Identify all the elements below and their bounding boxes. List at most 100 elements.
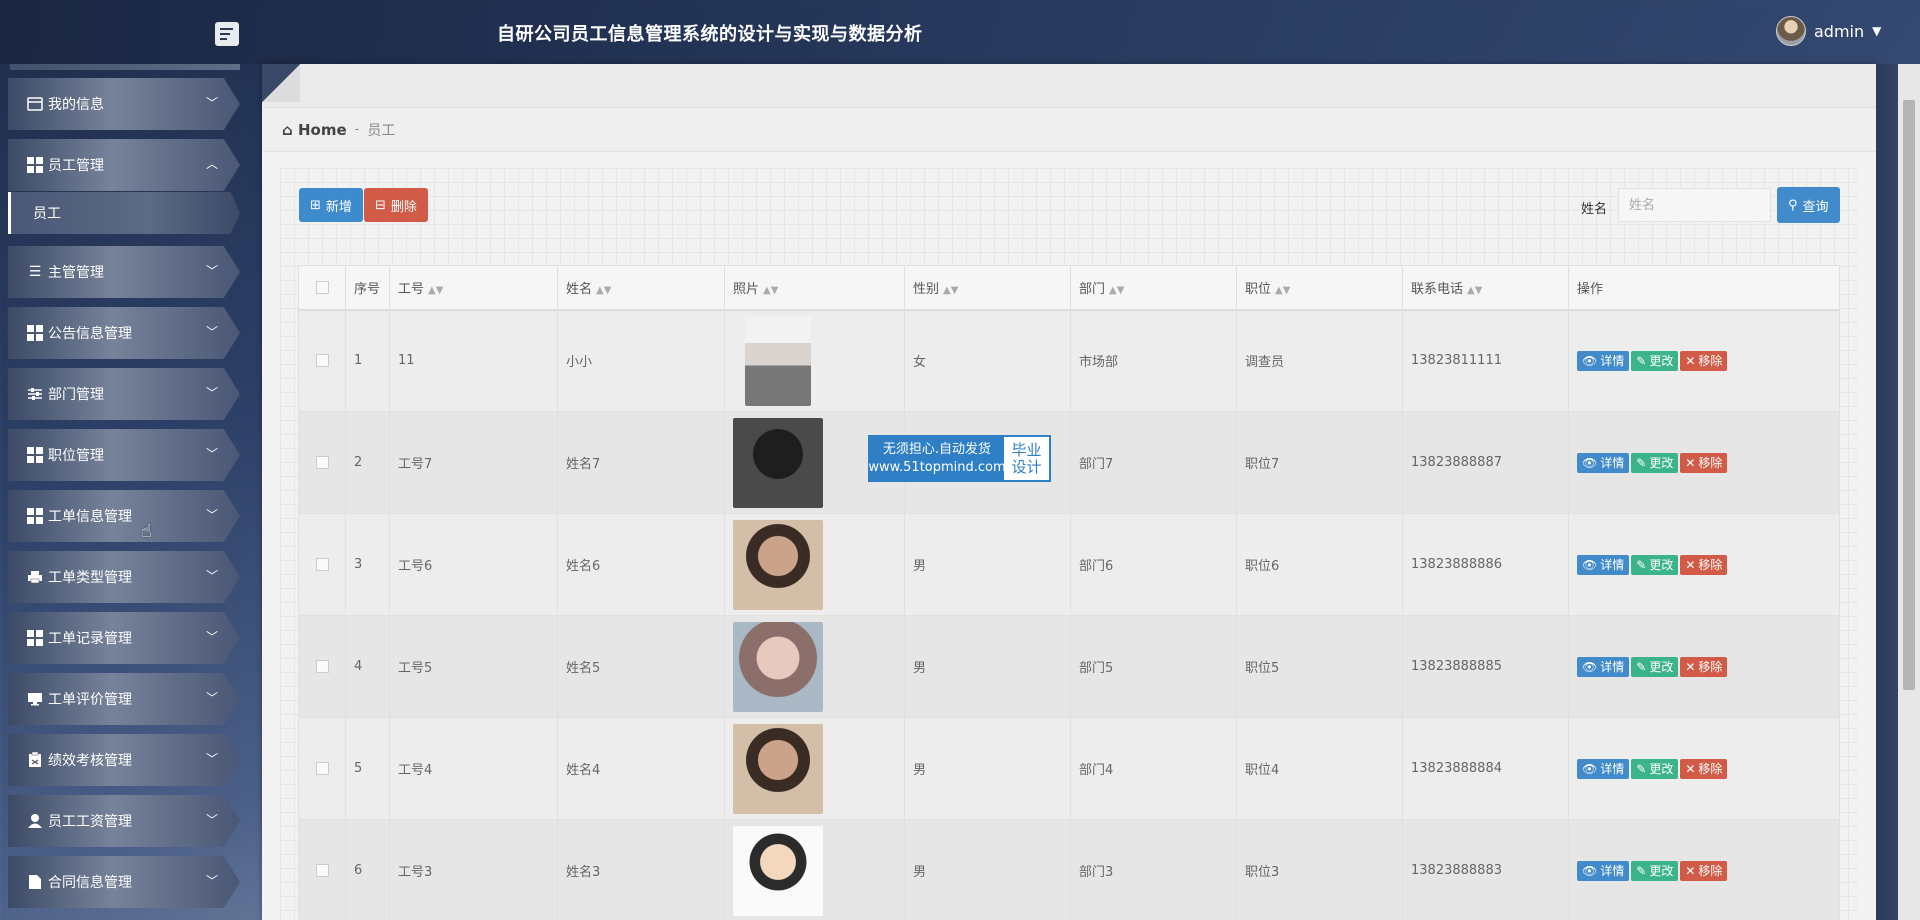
- eye-icon: 👁: [1582, 353, 1598, 368]
- table-row[interactable]: 4 工号5 姓名5 男 部门5 职位5 13823888885 👁 详情 ✎ 更改 ✕ 移…: [298, 615, 1840, 718]
- sidebar-subitem-employee[interactable]: 员工: [8, 192, 240, 234]
- breadcrumb-home[interactable]: ⌂ Home: [282, 121, 347, 139]
- watermark-line1: 无须担心.自动发货: [882, 441, 992, 457]
- sort-icon[interactable]: ▲▼: [1467, 285, 1482, 296]
- chevron-down-icon: ﹀: [205, 691, 218, 705]
- row-select-cell: [298, 513, 346, 616]
- edit-button[interactable]: ✎ 更改: [1631, 656, 1679, 677]
- sidebar-item-ticket-record-mgmt[interactable]: 工单记录管理 ﹀: [8, 612, 240, 664]
- sidebar-item-my-info[interactable]: 我的信息 ﹀: [8, 78, 240, 130]
- row-checkbox[interactable]: [315, 456, 329, 469]
- col-header-emp-no[interactable]: 工号 ▲▼: [389, 265, 558, 311]
- detail-button[interactable]: 👁 详情: [1577, 452, 1630, 473]
- remove-button[interactable]: ✕ 移除: [1680, 350, 1728, 371]
- remove-button[interactable]: ✕ 移除: [1680, 554, 1728, 575]
- delete-button[interactable]: ⊟ 删除: [364, 188, 428, 222]
- home-icon: ⌂: [282, 120, 293, 139]
- remove-button[interactable]: ✕ 移除: [1680, 452, 1728, 473]
- grid-icon: [26, 325, 44, 341]
- col-header-photo[interactable]: 照片 ▲▼: [724, 265, 905, 311]
- name-search-input[interactable]: [1618, 188, 1771, 222]
- sidebar-item-ticket-type-mgmt[interactable]: 工单类型管理 ﹀: [8, 551, 240, 603]
- breadcrumb-separator: -: [354, 122, 360, 137]
- employee-photo[interactable]: [745, 315, 811, 406]
- avatar[interactable]: [1776, 16, 1806, 46]
- row-checkbox[interactable]: [315, 864, 329, 877]
- sidebar-item-position-mgmt[interactable]: 职位管理 ﹀: [8, 429, 240, 481]
- sidebar-item-performance-mgmt[interactable]: 绩效考核管理 ﹀: [8, 734, 240, 786]
- employee-photo[interactable]: [733, 825, 823, 916]
- edit-button[interactable]: ✎ 更改: [1631, 860, 1679, 881]
- chevron-down-icon: ﹀: [205, 386, 218, 400]
- row-select-cell: [298, 411, 346, 514]
- detail-button[interactable]: 👁 详情: [1577, 554, 1630, 575]
- sort-icon[interactable]: ▲▼: [763, 285, 778, 296]
- sidebar-item-label: 工单信息管理: [48, 509, 132, 525]
- remove-button-label: 移除: [1698, 762, 1723, 776]
- sidebar-item-ticket-info-mgmt[interactable]: 工单信息管理 ﹀: [8, 490, 240, 542]
- table-row[interactable]: 6 工号3 姓名3 男 部门3 职位3 13823888883 👁 详情 ✎ 更改 ✕ 移…: [298, 819, 1840, 920]
- sort-icon[interactable]: ▲▼: [1275, 285, 1290, 296]
- col-header-position[interactable]: 职位 ▲▼: [1236, 265, 1403, 311]
- row-checkbox[interactable]: [315, 762, 329, 775]
- col-header-phone[interactable]: 联系电话 ▲▼: [1402, 265, 1569, 311]
- cell-phone: 13823888886: [1402, 513, 1569, 616]
- edit-button[interactable]: ✎ 更改: [1631, 554, 1679, 575]
- detail-button[interactable]: 👁 详情: [1577, 350, 1630, 371]
- sort-icon[interactable]: ▲▼: [428, 285, 443, 296]
- row-checkbox[interactable]: [315, 354, 329, 368]
- sidebar-item-label: 工单评价管理: [48, 692, 132, 708]
- chevron-down-icon: ﹀: [205, 447, 218, 461]
- scrollbar-thumb[interactable]: [1903, 100, 1915, 690]
- app-title: 自研公司员工信息管理系统的设计与实现与数据分析: [497, 24, 923, 45]
- edit-button[interactable]: ✎ 更改: [1631, 452, 1679, 473]
- detail-button-label: 详情: [1600, 762, 1625, 776]
- col-header-name[interactable]: 姓名 ▲▼: [557, 265, 725, 311]
- sidebar-item-salary-mgmt[interactable]: 员工工资管理 ﹀: [8, 795, 240, 847]
- row-checkbox[interactable]: [315, 660, 329, 673]
- sort-icon[interactable]: ▲▼: [943, 285, 958, 296]
- top-bar: 自研公司员工信息管理系统的设计与实现与数据分析 admin ▼: [0, 0, 1920, 64]
- col-header-dept[interactable]: 部门 ▲▼: [1070, 265, 1237, 311]
- detail-button[interactable]: 👁 详情: [1577, 656, 1630, 677]
- table-row[interactable]: 3 工号6 姓名6 男 部门6 职位6 13823888886 👁 详情 ✎ 更改 ✕ 移…: [298, 513, 1840, 616]
- query-button[interactable]: ⚲ 查询: [1777, 187, 1840, 223]
- employee-photo[interactable]: [733, 723, 823, 814]
- col-header-gender[interactable]: 性别 ▲▼: [904, 265, 1071, 311]
- chevron-down-icon: ﹀: [205, 813, 218, 827]
- employee-photo[interactable]: [733, 417, 823, 508]
- user-menu[interactable]: admin ▼: [1776, 16, 1881, 46]
- sidebar-item-label: 合同信息管理: [48, 875, 132, 891]
- sort-icon[interactable]: ▲▼: [596, 285, 611, 296]
- remove-button[interactable]: ✕ 移除: [1680, 758, 1728, 779]
- sidebar-item-label: 员工工资管理: [48, 814, 132, 830]
- sidebar-item-ticket-review-mgmt[interactable]: 工单评价管理 ﹀: [8, 673, 240, 725]
- user-name[interactable]: admin: [1814, 22, 1864, 41]
- edit-button[interactable]: ✎ 更改: [1631, 350, 1679, 371]
- sidebar-item-contract-mgmt[interactable]: 合同信息管理 ﹀: [8, 856, 240, 908]
- sidebar-item-dept-mgmt[interactable]: 部门管理 ﹀: [8, 368, 240, 420]
- detail-button[interactable]: 👁 详情: [1577, 860, 1630, 881]
- cell-name: 小小: [557, 309, 725, 412]
- detail-button[interactable]: 👁 详情: [1577, 758, 1630, 779]
- menu-toggle-icon[interactable]: [215, 22, 239, 46]
- edit-button[interactable]: ✎ 更改: [1631, 758, 1679, 779]
- row-checkbox[interactable]: [315, 558, 329, 571]
- breadcrumb-home-label[interactable]: Home: [298, 121, 347, 139]
- row-select-cell: [298, 717, 346, 820]
- table-row[interactable]: 5 工号4 姓名4 男 部门4 职位4 13823888884 👁 详情 ✎ 更改 ✕ 移…: [298, 717, 1840, 820]
- sidebar-item-notice-mgmt[interactable]: 公告信息管理 ﹀: [8, 307, 240, 359]
- table-row[interactable]: 2 工号7 姓名7 部门7 职位7 13823888887 👁 详情 ✎ 更改 ✕ 移除: [298, 411, 1840, 514]
- remove-button[interactable]: ✕ 移除: [1680, 656, 1728, 677]
- sidebar-item-employee-mgmt[interactable]: 员工管理 ︿: [8, 139, 240, 191]
- sidebar-item-supervisor-mgmt[interactable]: ☰ 主管管理 ﹀: [8, 246, 240, 298]
- employee-photo[interactable]: [733, 621, 823, 712]
- select-all-checkbox[interactable]: [315, 280, 329, 294]
- remove-button[interactable]: ✕ 移除: [1680, 860, 1728, 881]
- add-button[interactable]: ⊞ 新增: [299, 188, 363, 222]
- table-row[interactable]: 1 11 小小 女 市场部 调查员 13823811111 👁 详情 ✎ 更改 ✕ 移除: [298, 309, 1840, 412]
- caret-down-icon[interactable]: ▼: [1872, 24, 1881, 38]
- employee-photo[interactable]: [733, 519, 823, 610]
- file-icon: [26, 874, 44, 890]
- sort-icon[interactable]: ▲▼: [1109, 285, 1124, 296]
